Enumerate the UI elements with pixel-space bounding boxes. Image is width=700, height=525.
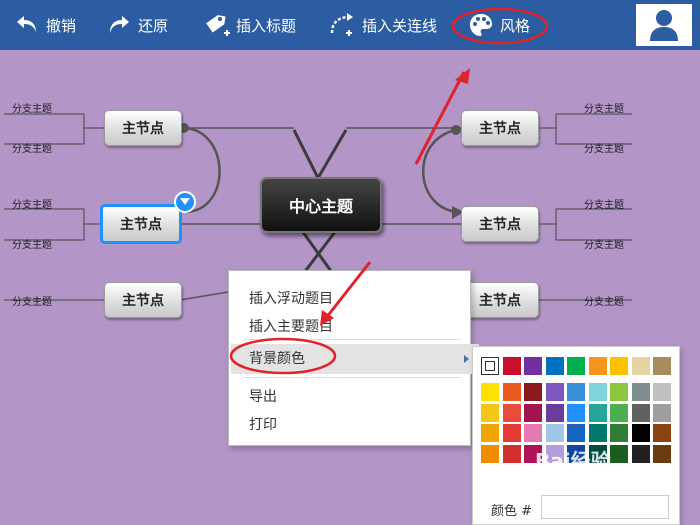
main-node[interactable]: 主节点 (104, 282, 182, 318)
tag-plus-icon (206, 15, 230, 36)
color-swatch[interactable] (610, 357, 628, 375)
color-swatch[interactable] (567, 403, 585, 422)
color-swatch[interactable] (545, 403, 564, 422)
menu-item-label: 背景颜色 (249, 351, 305, 367)
branch-topic[interactable]: 分支主题 (584, 140, 624, 155)
redo-label: 还原 (138, 16, 169, 35)
main-node[interactable]: 主节点 (461, 282, 539, 318)
undo-label: 撤销 (46, 16, 77, 35)
curve-plus-icon (330, 13, 353, 36)
color-swatch[interactable] (610, 383, 628, 401)
undo-icon (17, 16, 36, 32)
style-label: 风格 (500, 16, 531, 35)
color-swatch[interactable] (502, 403, 521, 422)
chevron-right-icon (464, 355, 469, 363)
color-swatch[interactable] (631, 403, 650, 422)
color-swatch[interactable] (610, 424, 628, 442)
color-swatch[interactable] (631, 357, 650, 375)
color-swatch[interactable] (502, 357, 521, 375)
main-node[interactable]: 主节点 (461, 206, 539, 242)
menu-item-insert-main[interactable]: 插入主要题目 (249, 316, 333, 336)
color-swatch[interactable] (653, 444, 671, 463)
color-swatch[interactable] (545, 383, 564, 401)
color-swatch[interactable] (481, 403, 499, 422)
insert-link-button[interactable]: 插入关连线 (328, 0, 437, 50)
color-swatch[interactable] (567, 424, 585, 442)
color-swatch[interactable] (524, 424, 542, 442)
menu-item-export[interactable]: 导出 (249, 386, 277, 406)
color-swatch[interactable] (631, 424, 650, 442)
color-swatch[interactable] (588, 424, 607, 442)
main-node[interactable]: 主节点 (104, 110, 182, 146)
menu-item-print[interactable]: 打印 (249, 414, 277, 434)
toolbar: 撤销 还原 插入标题 插入关连线 风格 (0, 0, 700, 50)
center-topic[interactable]: 中心主题 (260, 177, 382, 233)
insert-link-label: 插入关连线 (362, 16, 438, 35)
color-swatch[interactable] (653, 424, 671, 442)
watermark: Bai经验 (535, 449, 611, 473)
color-palette: 颜色 # (472, 346, 680, 525)
menu-divider (243, 339, 461, 340)
color-swatch[interactable] (524, 383, 542, 401)
color-swatch[interactable] (631, 444, 650, 463)
menu-item-background-color[interactable]: 背景颜色 (231, 344, 479, 374)
color-swatch[interactable] (481, 424, 499, 442)
main-node-selected[interactable]: 主节点 (100, 204, 182, 244)
branch-topic[interactable]: 分支主题 (12, 293, 52, 308)
color-swatch[interactable] (653, 403, 671, 422)
undo-button[interactable]: 撤销 (14, 0, 76, 50)
branch-topic[interactable]: 分支主题 (584, 293, 624, 308)
user-avatar-button[interactable] (636, 4, 692, 46)
user-icon (650, 10, 678, 41)
style-button[interactable]: 风格 (468, 0, 530, 50)
color-swatch[interactable] (481, 444, 499, 463)
palette-icon (470, 14, 492, 36)
color-swatch[interactable] (502, 444, 521, 463)
menu-divider (243, 377, 461, 378)
color-swatch[interactable] (524, 403, 542, 422)
branch-topic[interactable]: 分支主题 (584, 236, 624, 251)
color-swatch[interactable] (588, 403, 607, 422)
branch-topic[interactable]: 分支主题 (12, 140, 52, 155)
redo-button[interactable]: 还原 (106, 0, 168, 50)
insert-title-label: 插入标题 (236, 16, 297, 35)
color-swatch[interactable] (502, 383, 521, 401)
branch-topic[interactable]: 分支主题 (12, 236, 52, 251)
color-label: 颜色 # (491, 504, 533, 519)
context-menu: 插入浮动题目 插入主要题目 背景颜色 导出 打印 (228, 270, 479, 446)
main-node[interactable]: 主节点 (461, 110, 539, 146)
insert-title-button[interactable]: 插入标题 (202, 0, 296, 50)
color-swatch[interactable] (567, 357, 585, 375)
color-swatch[interactable] (610, 403, 628, 422)
color-swatch[interactable] (545, 357, 564, 375)
color-swatch[interactable] (588, 383, 607, 401)
triangle-down-icon (180, 198, 190, 205)
branch-topic[interactable]: 分支主题 (12, 100, 52, 115)
color-swatch[interactable] (588, 357, 607, 375)
collapse-toggle-button[interactable] (174, 191, 196, 213)
color-swatch[interactable] (631, 383, 650, 401)
redo-icon (110, 16, 129, 33)
branch-topic[interactable]: 分支主题 (12, 196, 52, 211)
color-swatch[interactable] (481, 383, 499, 401)
color-swatch[interactable] (567, 383, 585, 401)
color-swatch[interactable] (524, 357, 542, 375)
color-swatch[interactable] (653, 383, 671, 401)
color-swatch[interactable] (545, 424, 564, 442)
color-swatch[interactable] (610, 444, 628, 463)
color-swatch[interactable] (481, 357, 499, 375)
color-swatch[interactable] (502, 424, 521, 442)
color-hex-input[interactable] (541, 495, 669, 519)
menu-item-insert-floating[interactable]: 插入浮动题目 (249, 288, 333, 308)
branch-topic[interactable]: 分支主题 (584, 100, 624, 115)
branch-topic[interactable]: 分支主题 (584, 196, 624, 211)
color-swatch[interactable] (653, 357, 671, 375)
